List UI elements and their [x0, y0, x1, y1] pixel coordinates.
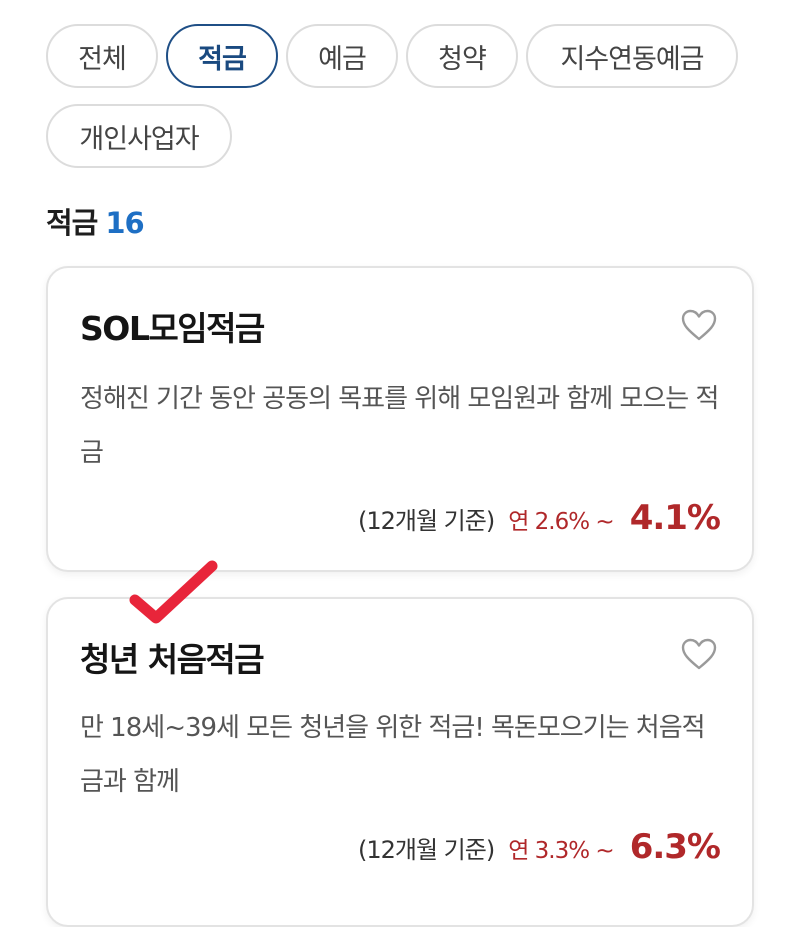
filter-chip-index-linked[interactable]: 지수연동예금	[526, 24, 738, 88]
rate-range: 연 3.3% ~	[508, 838, 614, 864]
product-count: 16	[105, 206, 144, 240]
filter-chip-subscription[interactable]: 청약	[406, 24, 518, 88]
product-name: SOL모임적금	[80, 309, 265, 348]
max-rate: 6.3%	[629, 827, 721, 867]
heart-outline-icon[interactable]	[680, 308, 718, 342]
product-card[interactable]: 청년 처음적금 만 18세~39세 모든 청년을 위한 적금! 목돈모으기는 처…	[46, 597, 754, 927]
checkmark-icon	[129, 560, 218, 624]
section-title-label: 적금	[46, 206, 98, 240]
filter-chip-business[interactable]: 개인사업자	[46, 104, 232, 168]
filter-chip-all[interactable]: 전체	[46, 24, 158, 88]
max-rate: 4.1%	[629, 498, 721, 538]
filter-chip-deposit[interactable]: 예금	[286, 24, 398, 88]
rate-range: 연 2.6% ~	[508, 509, 614, 535]
rate-row: (12개월 기준) 연 3.3% ~ 6.3%	[357, 827, 721, 867]
rate-row: (12개월 기준) 연 2.6% ~ 4.1%	[357, 498, 721, 538]
product-description: 정해진 기간 동안 공동의 목표를 위해 모임원과 함께 모으는 적금	[80, 384, 719, 468]
product-description: 만 18세~39세 모든 청년을 위한 적금! 목돈모으기는 처음적금과 함께	[80, 713, 706, 797]
filter-chip-savings[interactable]: 적금	[166, 24, 278, 88]
product-card[interactable]: SOL모임적금 정해진 기간 동안 공동의 목표를 위해 모임원과 함께 모으는…	[46, 266, 754, 572]
heart-outline-icon[interactable]	[680, 637, 718, 671]
rate-basis: (12개월 기준)	[357, 507, 495, 535]
rate-basis: (12개월 기준)	[357, 836, 495, 864]
section-title: 적금 16	[46, 200, 145, 242]
product-name: 청년 처음적금	[80, 640, 265, 679]
